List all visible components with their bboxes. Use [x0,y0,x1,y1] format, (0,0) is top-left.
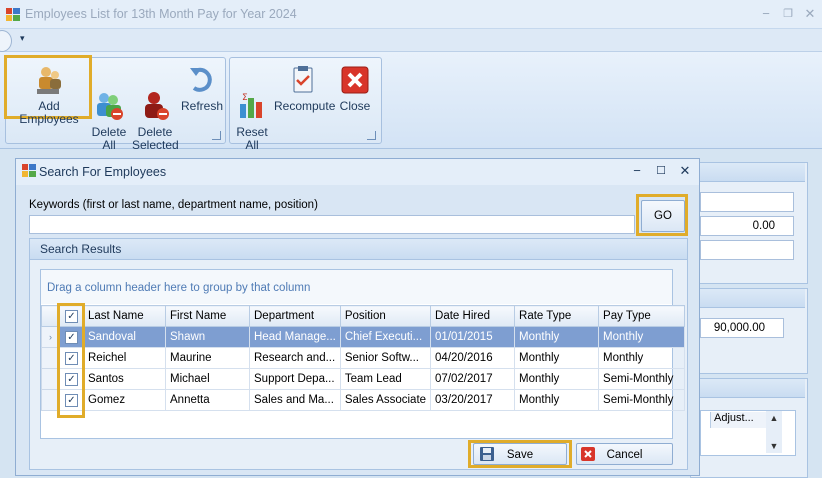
background-panel-2-header [691,289,805,308]
cell-last-name[interactable]: Gomez [83,389,166,411]
restore-button[interactable]: ❐ [780,6,796,22]
recompute-button[interactable]: Recompute [274,64,336,113]
cell-first-name[interactable]: Maurine [165,347,250,369]
cell-first-name[interactable]: Shawn [165,326,250,348]
cell-rate-type[interactable]: Monthly [514,368,600,390]
column-header-department[interactable]: Department [249,305,341,327]
reset-all-button[interactable]: Σ Reset All [233,64,271,165]
cell-first-name[interactable]: Michael [165,368,250,390]
cell-department[interactable]: Sales and Ma... [249,389,341,411]
table-row[interactable]: › ✓ Sandoval Shawn Head Manage... Chief … [41,326,686,348]
group-launcher-icon[interactable] [367,131,376,140]
column-header-rate-type[interactable]: Rate Type [514,305,600,327]
cell-rate-type[interactable]: Monthly [514,347,600,369]
app-icon [6,8,20,21]
close-label: Close [339,99,371,113]
group-launcher-icon[interactable] [212,131,221,140]
reset-all-icon: Σ [236,77,268,118]
refresh-button[interactable]: Refresh [180,64,224,113]
cell-rate-type[interactable]: Monthly [514,389,600,411]
save-button[interactable]: Save [473,443,567,465]
refresh-icon [186,64,218,96]
dialog-title: Search For Employees [39,165,167,179]
add-employees-label: Add Employees [19,99,79,126]
column-header-first-name[interactable]: First Name [165,305,250,327]
cancel-label: Cancel [606,449,643,461]
delete-all-label: Delete All [91,125,127,152]
minimize-button[interactable]: − [758,6,774,22]
cell-pay-type[interactable]: Semi-Monthly [598,389,686,411]
delete-selected-button[interactable]: Delete Selected [132,64,179,165]
cell-position[interactable]: Sales Associate [339,389,432,411]
cell-last-name[interactable]: Sandoval [83,326,166,348]
add-employees-icon [33,64,65,96]
delete-all-button[interactable]: Delete All [90,64,128,165]
svg-text:Σ: Σ [242,93,248,103]
employees-table: ✓ Last Name First Name Department Positi… [41,305,686,411]
column-header-pay-type[interactable]: Pay Type [598,305,686,327]
window-title: Employees List for 13th Month Pay for Ye… [25,7,297,21]
background-panel-3-header [691,379,805,398]
table-row[interactable]: ✓ Gomez Annetta Sales and Ma... Sales As… [41,389,686,411]
column-header-last-name[interactable]: Last Name [83,305,166,327]
cell-date-hired[interactable]: 04/20/2016 [430,347,516,369]
recompute-label: Recompute [274,99,336,113]
cell-pay-type[interactable]: Monthly [598,326,686,348]
search-results-title: Search Results [40,242,122,256]
delete-selected-label: Delete Selected [132,125,179,152]
background-spin-field-1[interactable] [700,192,794,212]
cell-department[interactable]: Head Manage... [249,326,341,348]
go-button[interactable]: GO [641,200,685,232]
column-header-date-hired[interactable]: Date Hired [430,305,516,327]
cell-rate-type[interactable]: Monthly [514,326,600,348]
dialog-close-button[interactable]: ✕ [676,163,694,179]
search-results-header [30,239,687,260]
customize-qat-arrow-icon[interactable]: ▾ [20,33,25,44]
reset-all-label: Reset All [236,125,268,152]
checkbox-column-highlight [57,303,85,418]
close-icon [339,64,371,96]
cell-first-name[interactable]: Annetta [165,389,250,411]
quick-access-toolbar [0,29,822,52]
grid-header-row: ✓ Last Name First Name Department Positi… [41,305,686,327]
save-icon [480,447,494,469]
cell-position[interactable]: Chief Executi... [339,326,432,348]
cell-last-name[interactable]: Reichel [83,347,166,369]
column-header-adjust[interactable]: Adjust... [710,412,766,428]
keywords-input[interactable] [29,215,635,234]
add-employees-button[interactable]: Add Employees [8,64,90,126]
delete-all-icon [93,77,125,120]
save-label: Save [506,449,534,461]
background-spin-field-2[interactable]: 0.00 [700,216,794,236]
cell-date-hired[interactable]: 01/01/2015 [430,326,516,348]
table-row[interactable]: ✓ Santos Michael Support Depa... Team Le… [41,368,686,390]
cell-department[interactable]: Research and... [249,347,341,369]
column-header-position[interactable]: Position [339,305,432,327]
background-spin-field-3[interactable] [700,240,794,260]
cancel-icon [581,447,595,469]
cell-position[interactable]: Team Lead [339,368,432,390]
background-amount-field[interactable]: 90,000.00 [700,318,784,338]
cell-last-name[interactable]: Santos [83,368,166,390]
cell-position[interactable]: Senior Softw... [339,347,432,369]
group-by-hint: Drag a column header here to group by th… [47,282,311,294]
cell-pay-type[interactable]: Monthly [598,347,686,369]
background-scrollbar[interactable]: ▲ ▼ [766,411,782,453]
close-button[interactable]: Close [336,64,374,113]
dialog-app-icon [22,164,36,177]
cell-date-hired[interactable]: 07/02/2017 [430,368,516,390]
background-panel-header [691,163,805,182]
dialog-maximize-button[interactable]: ☐ [652,163,670,179]
cell-pay-type[interactable]: Semi-Monthly [598,368,686,390]
delete-selected-icon [139,77,171,120]
refresh-label: Refresh [180,99,224,113]
cell-date-hired[interactable]: 03/20/2017 [430,389,516,411]
window-close-button[interactable]: ✕ [802,6,818,22]
table-row[interactable]: ✓ Reichel Maurine Research and... Senior… [41,347,686,369]
keywords-label: Keywords (first or last name, department… [29,199,318,211]
dialog-minimize-button[interactable]: − [628,163,646,179]
recompute-icon [287,64,319,96]
cell-department[interactable]: Support Depa... [249,368,341,390]
cancel-button[interactable]: Cancel [576,443,673,465]
